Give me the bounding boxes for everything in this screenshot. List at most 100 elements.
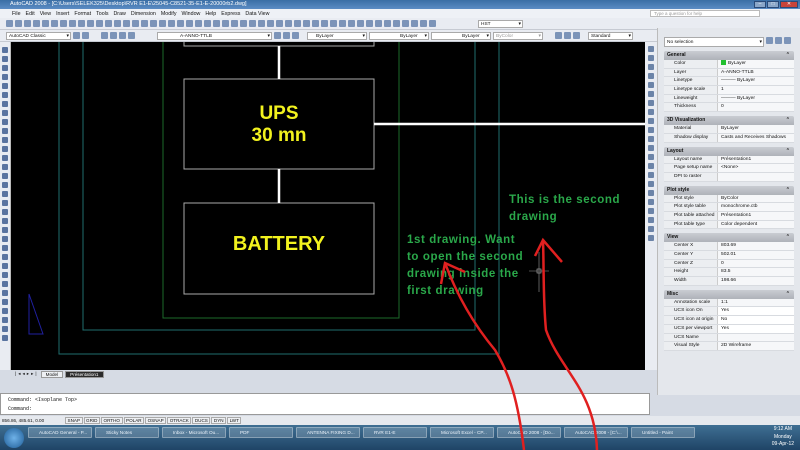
status-toggle-osnap[interactable]: OSNAP xyxy=(145,417,167,424)
toolbar-icon[interactable] xyxy=(150,20,157,27)
modify-tool-icon[interactable] xyxy=(648,199,654,205)
toolbar-icon[interactable] xyxy=(222,20,229,27)
taskbar-item[interactable]: AutoCAD 2008 - [C:\... xyxy=(564,427,628,438)
status-toggle-snap[interactable]: SNAP xyxy=(65,417,83,424)
menu-item-help[interactable]: Help xyxy=(205,11,216,17)
property-row[interactable]: Center Y 502.01 xyxy=(664,251,794,260)
status-toggle-polar[interactable]: POLAR xyxy=(123,417,145,424)
toolbar-icon[interactable] xyxy=(339,20,346,27)
draw-tool-icon[interactable] xyxy=(2,290,8,296)
property-value[interactable]: Yes xyxy=(718,324,794,333)
menu-item-insert[interactable]: Insert xyxy=(56,11,69,17)
draw-tool-icon[interactable] xyxy=(2,119,8,125)
select-objects-icon[interactable] xyxy=(775,37,782,44)
toolbar-icon[interactable] xyxy=(60,20,67,27)
selection-select[interactable]: No selection xyxy=(664,37,764,47)
property-value[interactable]: ——— ByLayer xyxy=(718,94,794,103)
property-row[interactable]: Linetype scale 1 xyxy=(664,86,794,95)
toolbar-icon[interactable] xyxy=(420,20,427,27)
toolbar-icon[interactable] xyxy=(573,32,580,39)
minimize-button[interactable]: – xyxy=(754,1,766,8)
toolbar-icon[interactable] xyxy=(51,20,58,27)
property-value[interactable]: Color dependent xyxy=(718,220,794,229)
property-row[interactable]: Layout name Présentation1 xyxy=(664,155,794,165)
section-plot-style[interactable]: Plot style xyxy=(664,185,794,195)
toolbar-icon[interactable] xyxy=(330,20,337,27)
draw-tool-icon[interactable] xyxy=(2,245,8,251)
taskbar-item[interactable]: Inbox - Microsoft Ou... xyxy=(162,427,226,438)
toolbar-icon[interactable] xyxy=(258,20,265,27)
toolbar-icon[interactable] xyxy=(411,20,418,27)
menu-item-dimension[interactable]: Dimension xyxy=(131,11,156,17)
text-style-select[interactable]: HST xyxy=(478,19,523,28)
toolbar-icon[interactable] xyxy=(168,20,175,27)
start-button[interactable] xyxy=(4,428,24,448)
property-row[interactable]: Lineweight ——— ByLayer xyxy=(664,94,794,104)
toolbar-icon[interactable] xyxy=(24,20,31,27)
property-value[interactable]: Yes xyxy=(718,307,794,316)
draw-tool-icon[interactable] xyxy=(2,227,8,233)
draw-tool-icon[interactable] xyxy=(2,299,8,305)
draw-tool-icon[interactable] xyxy=(2,92,8,98)
draw-tool-icon[interactable] xyxy=(2,56,8,62)
modify-tool-icon[interactable] xyxy=(648,208,654,214)
toolbar-icon[interactable] xyxy=(123,20,130,27)
modify-tool-icon[interactable] xyxy=(648,145,654,151)
status-toggle-ortho[interactable]: ORTHO xyxy=(101,417,123,424)
menu-item-data-view[interactable]: Data View xyxy=(245,11,269,17)
toolbar-icon[interactable] xyxy=(294,20,301,27)
property-value[interactable]: 1:1 xyxy=(718,298,794,307)
property-value[interactable]: ByColor xyxy=(718,194,794,203)
taskbar-item[interactable]: Microsoft Excel - CP... xyxy=(430,427,494,438)
property-row[interactable]: UCS per viewport Yes xyxy=(664,324,794,334)
property-row[interactable]: Layer A-ANNO-TTLB xyxy=(664,68,794,78)
modify-tool-icon[interactable] xyxy=(648,136,654,142)
toolbar-icon[interactable] xyxy=(15,20,22,27)
toolbar-icon[interactable] xyxy=(78,20,85,27)
draw-tool-icon[interactable] xyxy=(2,182,8,188)
toolbar-icon[interactable] xyxy=(42,20,49,27)
taskbar-item[interactable]: PDF xyxy=(229,427,293,438)
draw-tool-icon[interactable] xyxy=(2,317,8,323)
property-value[interactable]: Présentation1 xyxy=(718,211,794,220)
property-value[interactable]: 502.01 xyxy=(718,251,794,259)
property-value[interactable]: monochrome.ctb xyxy=(718,203,794,211)
property-row[interactable]: Width 198.66 xyxy=(664,277,794,286)
property-row[interactable]: Thickness 0 xyxy=(664,103,794,113)
toolbar-icon[interactable] xyxy=(276,20,283,27)
toolbar-icon[interactable] xyxy=(357,20,364,27)
property-value[interactable]: ByLayer xyxy=(718,125,794,133)
draw-tool-icon[interactable] xyxy=(2,155,8,161)
taskbar-item[interactable]: RVR E1-E xyxy=(363,427,427,438)
property-value[interactable] xyxy=(718,172,794,181)
modify-tool-icon[interactable] xyxy=(648,55,654,61)
property-value[interactable]: <None> xyxy=(718,164,794,172)
toolbar-icon[interactable] xyxy=(240,20,247,27)
section-3d-visualization[interactable]: 3D Visualization xyxy=(664,116,794,126)
toolbar-icon[interactable] xyxy=(33,20,40,27)
status-toggle-grid[interactable]: GRID xyxy=(83,417,100,424)
draw-tool-icon[interactable] xyxy=(2,281,8,287)
layer-icon[interactable] xyxy=(274,32,281,39)
modify-tool-icon[interactable] xyxy=(648,46,654,52)
menu-item-tools[interactable]: Tools xyxy=(96,11,108,17)
maximize-button[interactable]: □ xyxy=(767,1,779,8)
property-row[interactable]: UCS Name xyxy=(664,333,794,343)
modify-tool-icon[interactable] xyxy=(648,109,654,115)
property-value[interactable]: 0 xyxy=(718,103,794,112)
toolbar-icon[interactable] xyxy=(186,20,193,27)
command-input[interactable]: Command: xyxy=(8,405,642,414)
close-button[interactable]: ✕ xyxy=(780,1,798,8)
clock[interactable]: 9:12 AM Monday 09-Apr-12 xyxy=(772,426,794,449)
menu-item-edit[interactable]: Edit xyxy=(26,11,35,17)
toolbar-icon[interactable] xyxy=(321,20,328,27)
property-row[interactable]: Visual Style 2D Wireframe xyxy=(664,342,794,351)
property-value[interactable]: No xyxy=(718,316,794,324)
toolbar-icon[interactable] xyxy=(87,20,94,27)
draw-tool-icon[interactable] xyxy=(2,272,8,278)
layer-select[interactable]: A-ANNO-TTLB xyxy=(157,31,272,40)
menu-item-file[interactable]: File xyxy=(12,11,21,17)
property-row[interactable]: Center Z0 xyxy=(664,259,794,269)
layer-icon[interactable] xyxy=(283,32,290,39)
toolbar-icon[interactable] xyxy=(231,20,238,27)
